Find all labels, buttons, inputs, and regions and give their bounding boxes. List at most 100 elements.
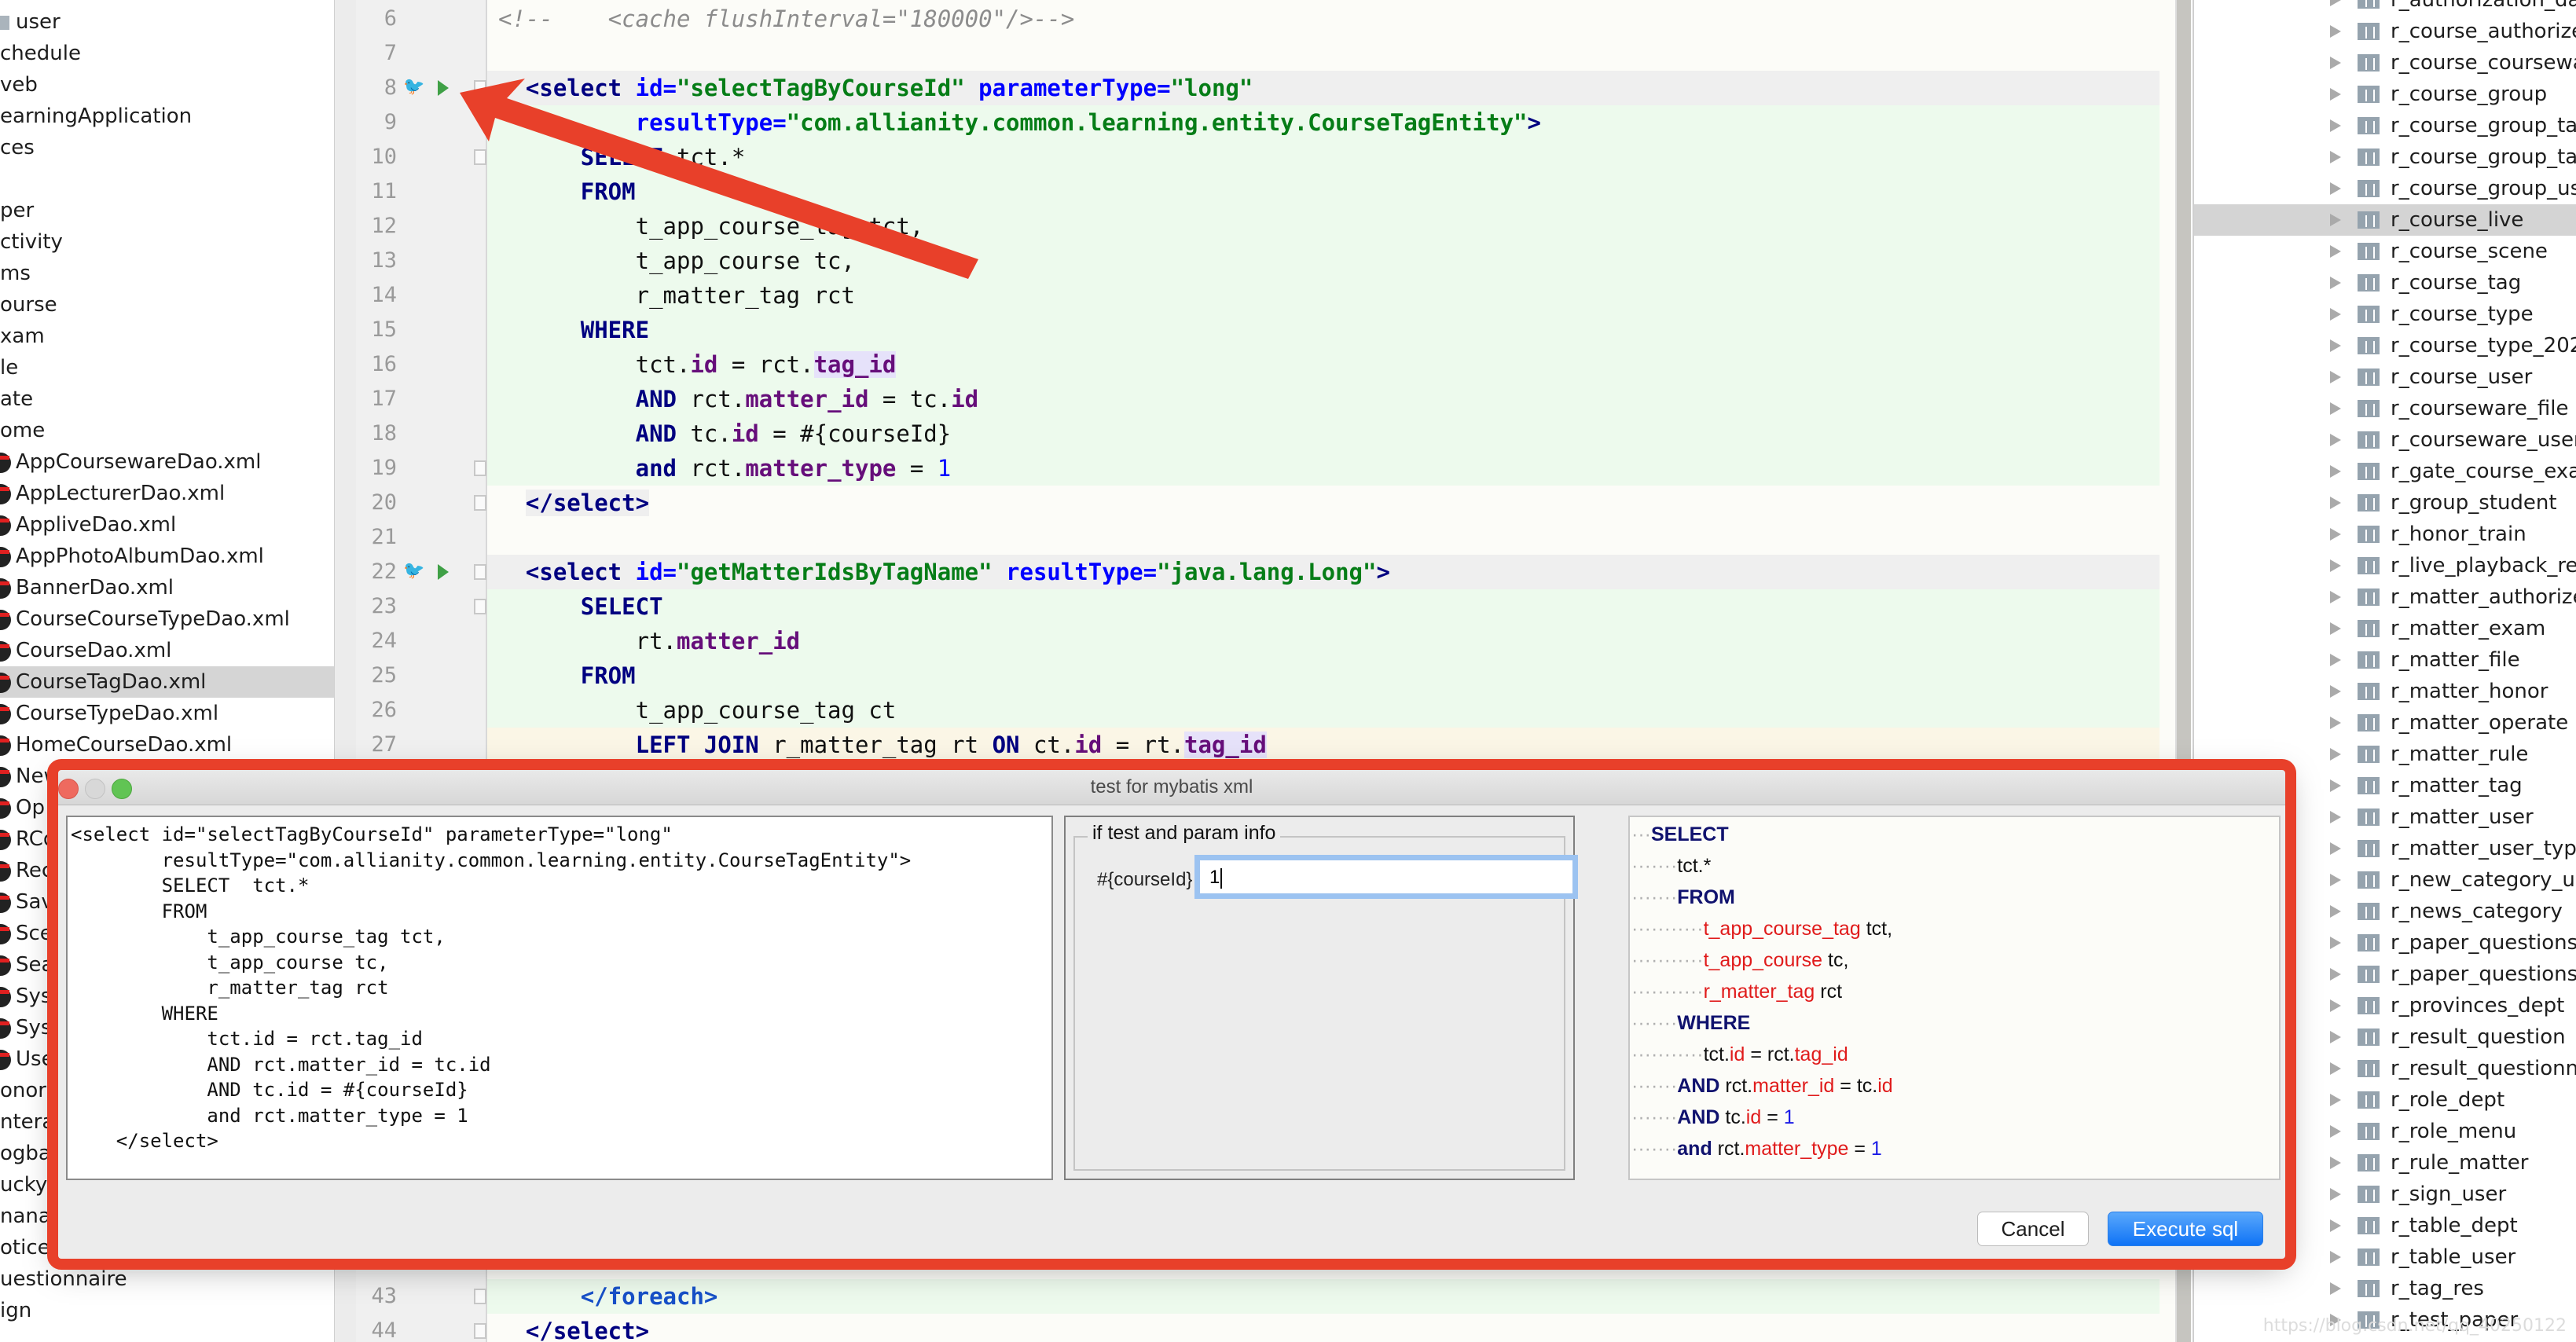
project-tree-item[interactable]: user: [0, 6, 61, 38]
db-table-item[interactable]: r_matter_rule: [2194, 739, 2576, 770]
project-tree-item[interactable]: Sea: [0, 949, 53, 981]
expand-arrow-icon[interactable]: [2330, 528, 2341, 541]
expand-arrow-icon[interactable]: [2330, 308, 2341, 321]
project-tree-item[interactable]: New: [0, 761, 61, 792]
expand-arrow-icon[interactable]: [2330, 905, 2341, 918]
project-tree-item[interactable]: otice: [0, 1232, 50, 1263]
expand-arrow-icon[interactable]: [2330, 622, 2341, 635]
fold-icon[interactable]: [474, 495, 486, 511]
expand-arrow-icon[interactable]: [2330, 559, 2341, 572]
db-table-item[interactable]: r_course_tag: [2194, 267, 2576, 299]
generated-sql-pane[interactable]: ···SELECT ·······tct.* ·······FROM ·····…: [1628, 816, 2281, 1180]
db-table-item[interactable]: r_course_type_202: [2194, 330, 2576, 361]
expand-arrow-icon[interactable]: [2330, 465, 2341, 478]
cancel-button[interactable]: Cancel: [1977, 1212, 2089, 1246]
expand-arrow-icon[interactable]: [2330, 402, 2341, 415]
expand-arrow-icon[interactable]: [2330, 1251, 2341, 1263]
project-tree-item[interactable]: Use: [0, 1043, 54, 1075]
db-table-item[interactable]: r_courseware_user: [2194, 424, 2576, 456]
expand-arrow-icon[interactable]: [2330, 748, 2341, 761]
db-table-item[interactable]: r_course_group_us: [2194, 173, 2576, 204]
project-tree-item[interactable]: CourseTypeDao.xml: [0, 698, 218, 729]
expand-arrow-icon[interactable]: [2330, 591, 2341, 603]
project-tree-item[interactable]: ms: [0, 258, 31, 289]
expand-arrow-icon[interactable]: [2330, 1062, 2341, 1075]
project-tree-item[interactable]: ntera: [0, 1106, 54, 1138]
project-tree-item[interactable]: onor: [0, 1075, 46, 1106]
expand-arrow-icon[interactable]: [2330, 57, 2341, 69]
db-table-item[interactable]: r_authorization_da: [2194, 0, 2576, 16]
db-table-item[interactable]: r_tag_res: [2194, 1273, 2576, 1304]
expand-arrow-icon[interactable]: [2330, 88, 2341, 101]
expand-arrow-icon[interactable]: [2330, 1031, 2341, 1043]
expand-arrow-icon[interactable]: [2330, 277, 2341, 289]
expand-arrow-icon[interactable]: [2330, 842, 2341, 855]
project-tree-item[interactable]: Sav: [0, 886, 53, 918]
db-table-item[interactable]: r_course_scene: [2194, 236, 2576, 267]
expand-arrow-icon[interactable]: [2330, 937, 2341, 949]
project-tree-item[interactable]: ourse: [0, 289, 57, 321]
expand-arrow-icon[interactable]: [2330, 999, 2341, 1012]
project-tree-item[interactable]: xam: [0, 321, 45, 352]
project-tree-item[interactable]: Rec: [0, 855, 53, 886]
project-tree-item[interactable]: veb: [0, 69, 38, 101]
expand-arrow-icon[interactable]: [2330, 245, 2341, 258]
fold-icon[interactable]: [474, 149, 486, 165]
expand-arrow-icon[interactable]: [2330, 968, 2341, 981]
project-tree-item[interactable]: AppPhotoAlbumDao.xml: [0, 541, 264, 572]
project-tree-item[interactable]: CourseCourseTypeDao.xml: [0, 603, 290, 635]
project-tree-item[interactable]: per: [0, 195, 34, 226]
project-tree-item[interactable]: ctivity: [0, 226, 63, 258]
project-tree-item[interactable]: ign: [0, 1295, 31, 1326]
project-tree-item[interactable]: HomeCourseDao.xml: [0, 729, 232, 761]
project-tree-item[interactable]: AppliveDao.xml: [0, 509, 176, 541]
expand-arrow-icon[interactable]: [2330, 0, 2341, 6]
dialog-titlebar[interactable]: test for mybatis xml: [58, 770, 2285, 805]
source-xml-text[interactable]: <select id="selectTagByCourseId" paramet…: [68, 817, 1051, 1159]
expand-arrow-icon[interactable]: [2330, 434, 2341, 446]
db-table-item[interactable]: r_course_authorize: [2194, 16, 2576, 47]
run-sql-icon[interactable]: [438, 80, 449, 96]
expand-arrow-icon[interactable]: [2330, 1219, 2341, 1232]
expand-arrow-icon[interactable]: [2330, 811, 2341, 823]
fold-icon[interactable]: [474, 1289, 486, 1304]
project-tree-item[interactable]: Sys: [0, 1012, 51, 1043]
expand-arrow-icon[interactable]: [2330, 339, 2341, 352]
project-tree-item[interactable]: ces: [0, 132, 35, 163]
project-tree-item[interactable]: nanag: [0, 1201, 64, 1232]
db-table-item[interactable]: r_matter_honor: [2194, 676, 2576, 707]
expand-arrow-icon[interactable]: [2330, 654, 2341, 666]
db-table-item[interactable]: r_matter_operate: [2194, 707, 2576, 739]
expand-arrow-icon[interactable]: [2330, 214, 2341, 226]
db-table-item[interactable]: r_honor_train: [2194, 519, 2576, 550]
expand-arrow-icon[interactable]: [2330, 25, 2341, 38]
project-tree-item[interactable]: le: [0, 352, 18, 383]
fold-icon[interactable]: [474, 1323, 486, 1339]
expand-arrow-icon[interactable]: [2330, 1188, 2341, 1201]
project-tree-item[interactable]: Op: [0, 792, 45, 823]
project-tree-item[interactable]: AppLecturerDao.xml: [0, 478, 225, 509]
db-table-item[interactable]: r_group_student: [2194, 487, 2576, 519]
courseId-input[interactable]: 1: [1199, 860, 1573, 894]
expand-arrow-icon[interactable]: [2330, 371, 2341, 383]
expand-arrow-icon[interactable]: [2330, 685, 2341, 698]
expand-arrow-icon[interactable]: [2330, 717, 2341, 729]
mybatis-mapper-icon[interactable]: 🐦: [403, 77, 424, 97]
expand-arrow-icon[interactable]: [2330, 497, 2341, 509]
db-table-item[interactable]: r_course_group_tas: [2194, 141, 2576, 173]
fold-icon[interactable]: [474, 80, 486, 96]
expand-arrow-icon[interactable]: [2330, 182, 2341, 195]
mybatis-mapper-icon[interactable]: 🐦: [403, 561, 424, 581]
expand-arrow-icon[interactable]: [2330, 151, 2341, 163]
project-tree-item[interactable]: AppCoursewareDao.xml: [0, 446, 261, 478]
project-tree-item[interactable]: CourseDao.xml: [0, 635, 171, 666]
project-tree-item[interactable]: CourseTagDao.xml: [0, 666, 334, 698]
expand-arrow-icon[interactable]: [2330, 1094, 2341, 1106]
expand-arrow-icon[interactable]: [2330, 1125, 2341, 1138]
project-tree-item[interactable]: Sys: [0, 981, 51, 1012]
expand-arrow-icon[interactable]: [2330, 1282, 2341, 1295]
db-table-item[interactable]: r_course_coursewa: [2194, 47, 2576, 79]
db-table-item[interactable]: r_courseware_file: [2194, 393, 2576, 424]
expand-arrow-icon[interactable]: [2330, 119, 2341, 132]
db-table-item[interactable]: r_course_type: [2194, 299, 2576, 330]
